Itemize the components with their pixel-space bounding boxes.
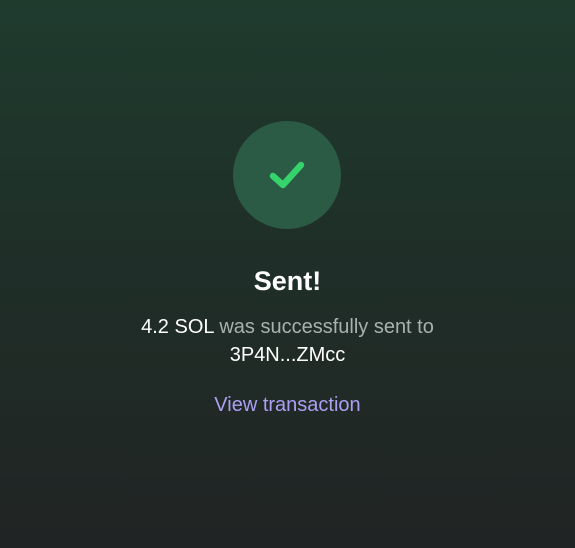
view-transaction-link[interactable]: View transaction [0,391,575,419]
send-success-screen: Sent! 4.2 SOL was successfully sent to 3… [0,0,575,548]
message-text: was successfully sent to [213,316,434,338]
success-badge [233,121,341,229]
page-title: Sent! [253,266,322,296]
checkmark-icon [269,161,305,189]
success-message: 4.2 SOL was successfully sent to 3P4N...… [0,313,575,369]
recipient-address: 3P4N...ZMcc [229,344,346,366]
sent-amount: 4.2 SOL [141,316,214,338]
